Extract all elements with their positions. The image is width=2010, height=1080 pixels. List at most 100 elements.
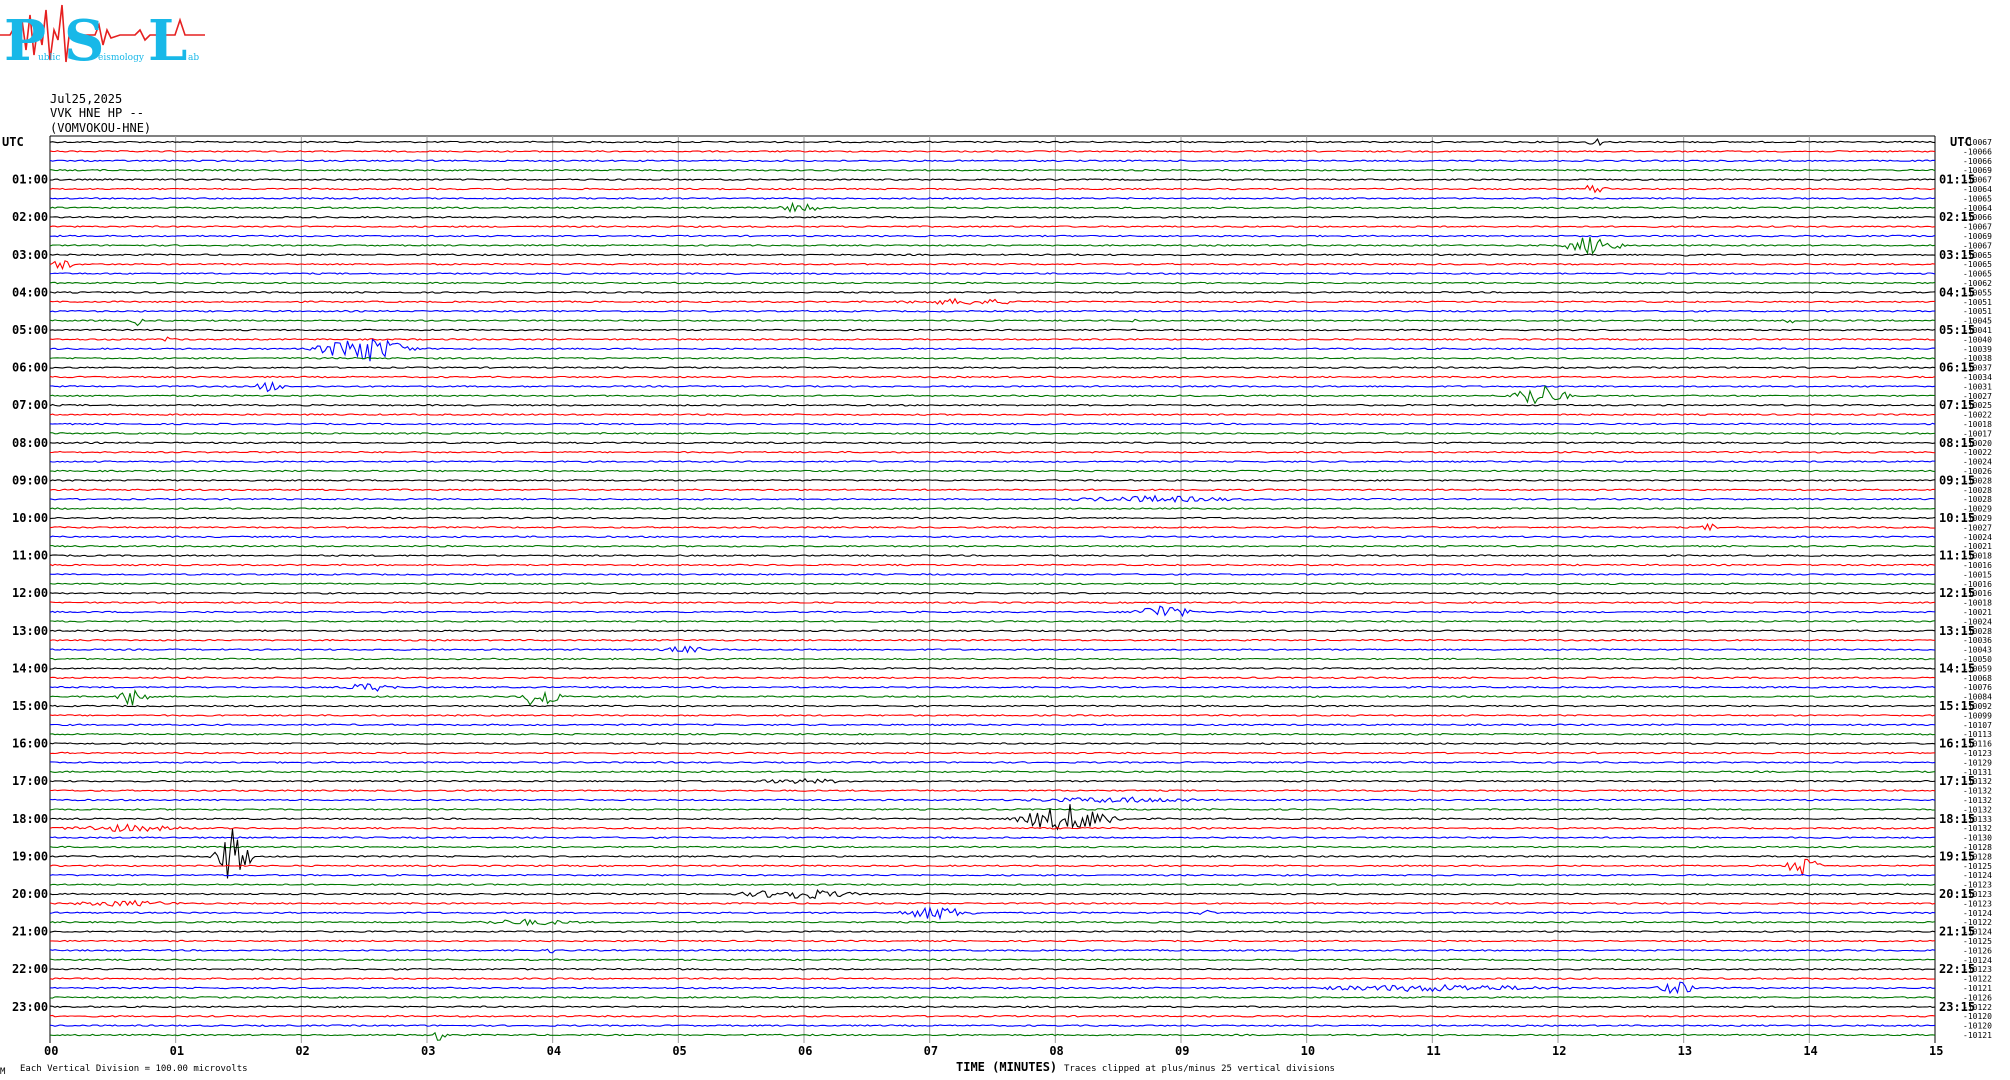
seismic-trace bbox=[49, 260, 1936, 271]
seismic-trace bbox=[49, 1031, 1936, 1041]
trace-offset-label: -10130 bbox=[1963, 834, 1992, 843]
seismic-trace bbox=[49, 1005, 1936, 1009]
trace-offset-label: -10027 bbox=[1963, 392, 1992, 401]
trace-offset-label: -10122 bbox=[1963, 1003, 1992, 1012]
x-tick-label: 07 bbox=[924, 1044, 938, 1058]
left-utc-label: UTC bbox=[2, 135, 24, 149]
left-hour-label: 02:00 bbox=[12, 210, 48, 224]
seismic-trace bbox=[49, 930, 1936, 933]
trace-offset-label: -10038 bbox=[1963, 354, 1992, 363]
seismic-trace bbox=[49, 297, 1935, 306]
trace-offset-label: -10068 bbox=[1963, 674, 1992, 683]
x-tick-label: 12 bbox=[1552, 1044, 1566, 1058]
trace-offset-label: -10066 bbox=[1963, 213, 1992, 222]
trace-offset-label: -10051 bbox=[1963, 307, 1992, 316]
trace-offset-label: -10067 bbox=[1963, 241, 1992, 250]
seismic-trace bbox=[49, 356, 1936, 360]
seismic-trace bbox=[50, 215, 1936, 219]
seismic-trace bbox=[49, 197, 1936, 200]
trace-offset-label: -10024 bbox=[1963, 533, 1992, 542]
trace-offset-label: -10065 bbox=[1963, 270, 1992, 279]
left-hour-label: 14:00 bbox=[12, 661, 48, 675]
seismic-trace bbox=[49, 544, 1936, 548]
x-tick-label: 00 bbox=[44, 1044, 58, 1058]
left-hour-label: 19:00 bbox=[12, 849, 48, 863]
left-hour-label: 21:00 bbox=[12, 925, 48, 939]
trace-offset-label: -10016 bbox=[1963, 589, 1992, 598]
x-tick-label: 01 bbox=[170, 1044, 184, 1058]
trace-offset-label: -10021 bbox=[1963, 542, 1992, 551]
trace-offset-label: -10120 bbox=[1963, 1012, 1992, 1021]
trace-offset-label: -10116 bbox=[1963, 740, 1992, 749]
left-hour-label: 04:00 bbox=[12, 285, 48, 299]
seismic-trace bbox=[49, 899, 1936, 907]
trace-offset-label: -10018 bbox=[1963, 552, 1992, 561]
trace-offset-label: -10067 bbox=[1963, 176, 1992, 185]
seismic-trace bbox=[49, 996, 1936, 999]
trace-offset-label: -10028 bbox=[1963, 627, 1992, 636]
seismic-trace bbox=[49, 808, 1936, 811]
left-hour-label: 23:00 bbox=[12, 1000, 48, 1014]
seismic-trace bbox=[49, 563, 1936, 567]
x-tick-label: 10 bbox=[1301, 1044, 1315, 1058]
seismic-trace bbox=[49, 823, 1936, 833]
seismic-trace bbox=[49, 150, 1936, 153]
seismic-trace bbox=[49, 237, 1936, 255]
seismic-trace bbox=[49, 432, 1936, 435]
seismic-trace bbox=[49, 723, 1936, 727]
x-tick-label: 06 bbox=[798, 1044, 812, 1058]
seismic-trace bbox=[49, 601, 1936, 604]
seismic-trace bbox=[49, 582, 1935, 586]
seismic-trace bbox=[49, 488, 1935, 492]
x-tick-label: 04 bbox=[547, 1044, 561, 1058]
seismic-trace bbox=[49, 948, 1936, 954]
trace-offset-label: -10062 bbox=[1963, 279, 1992, 288]
seismic-trace bbox=[49, 535, 1936, 539]
seismic-trace bbox=[49, 804, 1936, 831]
trace-offset-label: -10122 bbox=[1963, 918, 1992, 927]
seismic-trace bbox=[49, 605, 1936, 618]
trace-offset-label: -10129 bbox=[1963, 758, 1992, 767]
trace-offset-label: -10121 bbox=[1963, 984, 1992, 993]
trace-offset-label: -10036 bbox=[1963, 636, 1992, 645]
seismic-trace bbox=[49, 645, 1936, 654]
trace-offset-label: -10015 bbox=[1963, 570, 1992, 579]
left-hour-label: 12:00 bbox=[12, 586, 48, 600]
trace-offset-label: -10043 bbox=[1963, 646, 1992, 655]
seismic-trace bbox=[49, 159, 1936, 163]
trace-offset-label: -10122 bbox=[1963, 975, 1992, 984]
trace-offset-label: -10124 bbox=[1963, 928, 1992, 937]
trace-offset-label: -10123 bbox=[1963, 899, 1992, 908]
left-hour-label: 20:00 bbox=[12, 887, 48, 901]
seismic-trace bbox=[49, 184, 1936, 194]
trace-offset-label: -10028 bbox=[1963, 486, 1992, 495]
seismic-trace bbox=[49, 384, 1936, 405]
seismic-trace bbox=[49, 638, 1936, 642]
seismic-trace bbox=[49, 667, 1936, 670]
trace-offset-label: -10124 bbox=[1963, 871, 1992, 880]
trace-offset-label: -10040 bbox=[1963, 335, 1992, 344]
trace-offset-label: -10133 bbox=[1963, 815, 1992, 824]
seismic-trace bbox=[49, 906, 1936, 921]
seismic-trace bbox=[49, 309, 1936, 313]
trace-offset-label: -10059 bbox=[1963, 664, 1992, 673]
time-gridlines bbox=[49, 135, 1936, 1043]
seismic-trace bbox=[49, 889, 1936, 900]
seismic-trace bbox=[49, 939, 1936, 943]
trace-offset-label: -10028 bbox=[1963, 495, 1992, 504]
seismic-trace bbox=[49, 168, 1936, 172]
left-hour-label: 15:00 bbox=[12, 699, 48, 713]
left-hour-label: 07:00 bbox=[12, 398, 48, 412]
trace-offset-label: -10123 bbox=[1963, 965, 1992, 974]
scale-note: Each Vertical Division = 100.00 microvol… bbox=[20, 1064, 248, 1074]
seismic-trace bbox=[49, 281, 1936, 285]
trace-offset-label: -10113 bbox=[1963, 730, 1992, 739]
x-tick-label: 15 bbox=[1929, 1044, 1943, 1058]
seismic-trace bbox=[49, 689, 1936, 706]
seismic-trace bbox=[49, 380, 1936, 393]
trace-offset-label: -10123 bbox=[1963, 881, 1992, 890]
trace-offset-label: -10027 bbox=[1963, 523, 1992, 532]
seismic-trace bbox=[49, 789, 1936, 792]
seismic-trace bbox=[49, 967, 1936, 971]
trace-offset-label: -10028 bbox=[1963, 476, 1992, 485]
